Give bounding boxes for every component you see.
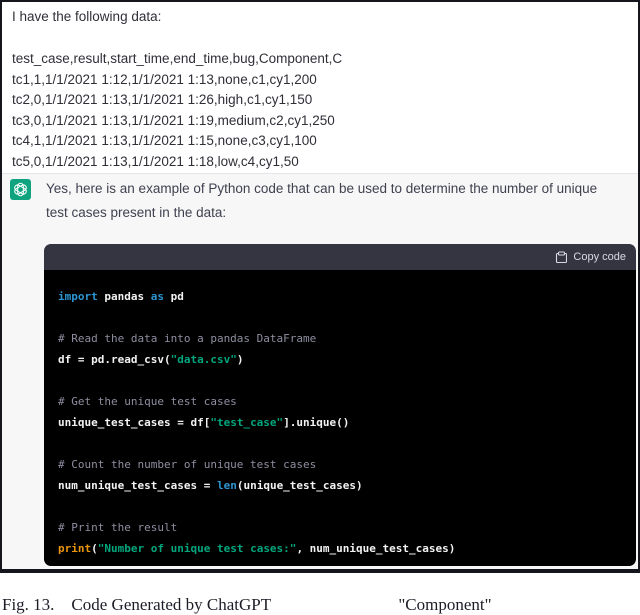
csv-line: tc2,0,1/1/2021 1:13,1/1/2021 1:26,high,c… bbox=[12, 92, 313, 107]
code-line: print("Number of unique test cases:", nu… bbox=[58, 542, 456, 555]
code-line: unique_test_cases = df["test_case"].uniq… bbox=[58, 416, 350, 429]
code-line: df = pd.read_csv("data.csv") bbox=[58, 353, 244, 366]
copy-code-label: Copy code bbox=[573, 251, 626, 263]
code-line: # Read the data into a pandas DataFrame bbox=[58, 332, 317, 345]
csv-data: test_case,result,start_time,end_time,bug… bbox=[12, 49, 628, 172]
code-line: # Count the number of unique test cases bbox=[58, 458, 317, 471]
csv-line: test_case,result,start_time,end_time,bug… bbox=[12, 51, 343, 66]
csv-line: tc5,0,1/1/2021 1:13,1/1/2021 1:18,low,c4… bbox=[12, 153, 299, 169]
chatgpt-avatar bbox=[10, 179, 31, 200]
code-line: import pandas as pd bbox=[58, 290, 184, 303]
figure-caption: Fig. 13. Code Generated by ChatGPT "Comp… bbox=[2, 595, 492, 614]
code-line: # Print the result bbox=[58, 521, 178, 534]
code-content: import pandas as pd # Read the data into… bbox=[44, 270, 636, 566]
csv-line: tc3,0,1/1/2021 1:13,1/1/2021 1:19,medium… bbox=[12, 112, 335, 128]
user-prompt-text: I have the following data: bbox=[12, 9, 162, 24]
code-block: Copy code import pandas as pd # Read the… bbox=[44, 244, 636, 566]
code-line: # Get the unique test cases bbox=[58, 395, 237, 408]
code-block-header: Copy code bbox=[44, 244, 636, 270]
assistant-message: Yes, here is an example of Python code t… bbox=[2, 173, 638, 569]
chat-screenshot-frame: I have the following data: test_case,res… bbox=[0, 0, 640, 573]
openai-logo-icon bbox=[14, 182, 27, 197]
user-message: I have the following data: test_case,res… bbox=[2, 2, 638, 172]
copy-code-button[interactable]: Copy code bbox=[555, 250, 626, 264]
csv-line: tc1,1,1/1/2021 1:12,1/1/2021 1:13,none,c… bbox=[12, 71, 317, 87]
csv-line: tc4,1,1/1/2021 1:13,1/1/2021 1:15,none,c… bbox=[12, 133, 317, 148]
assistant-text: Yes, here is an example of Python code t… bbox=[46, 177, 632, 225]
assistant-text-line: Yes, here is an example of Python code t… bbox=[46, 181, 598, 196]
assistant-text-line: test cases present in the data: bbox=[46, 205, 227, 220]
clipboard-icon bbox=[556, 250, 568, 263]
code-line: num_unique_test_cases = len(unique_test_… bbox=[58, 479, 363, 492]
